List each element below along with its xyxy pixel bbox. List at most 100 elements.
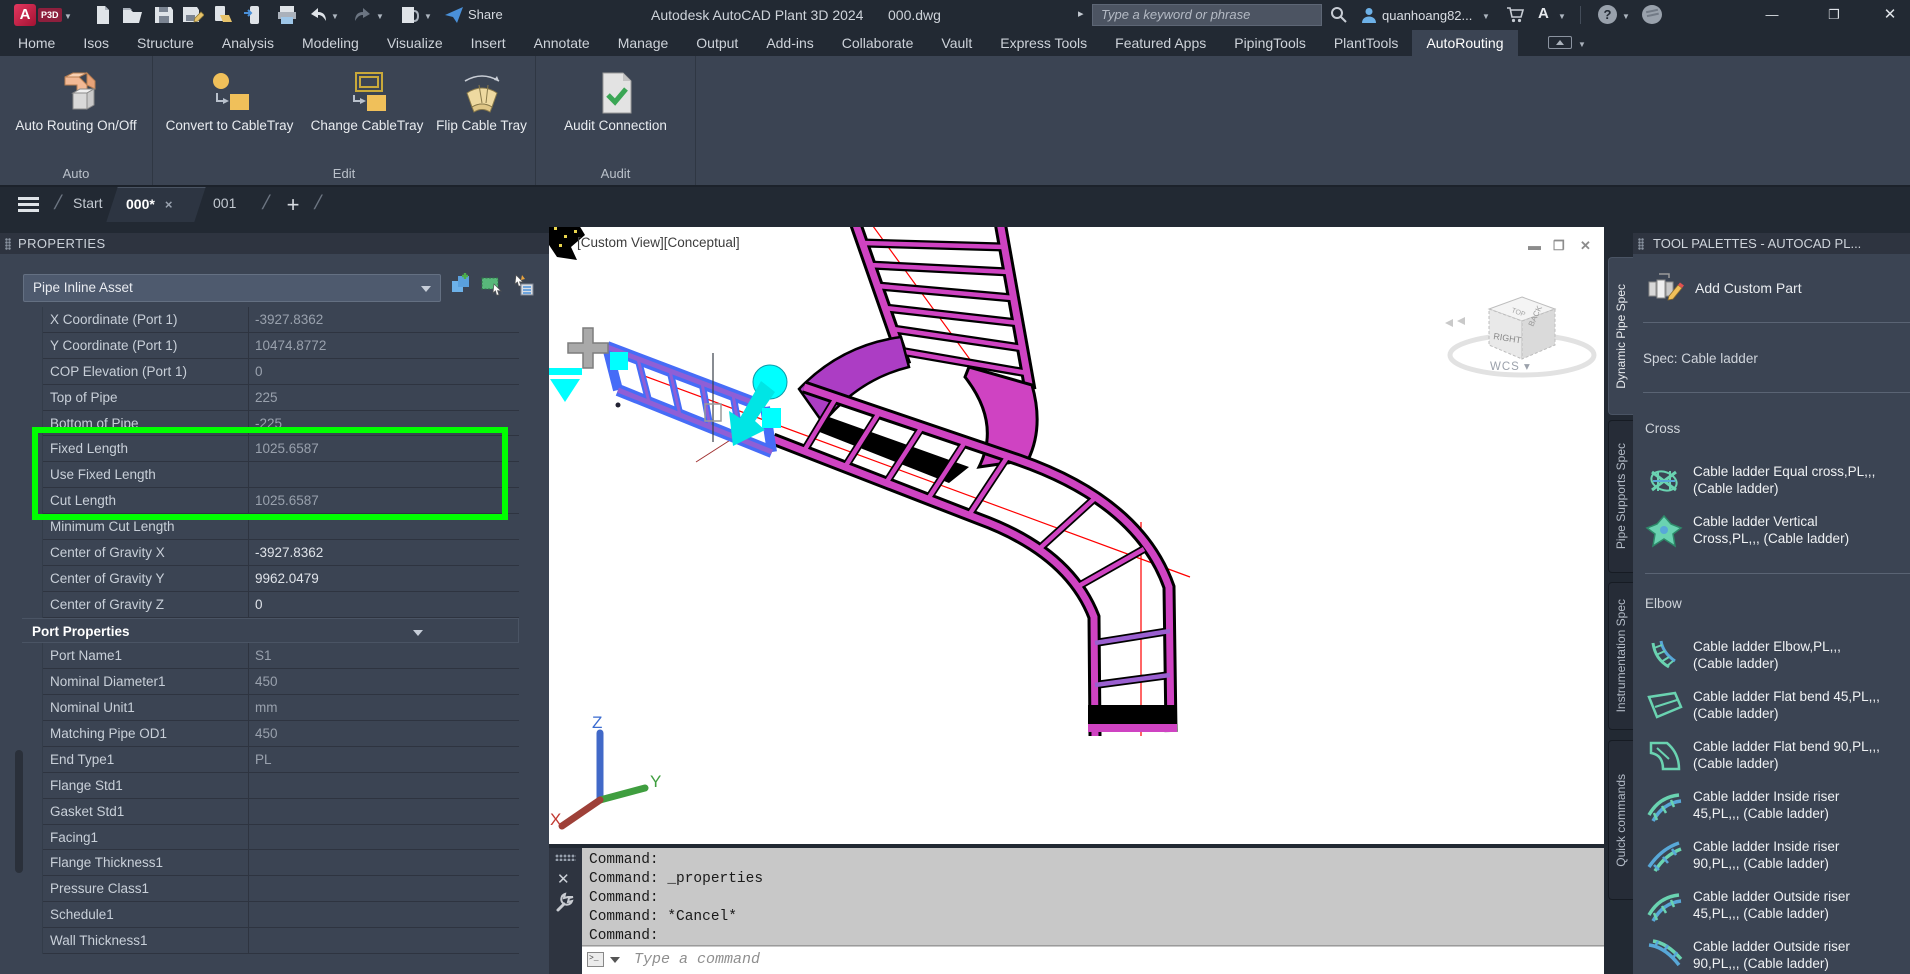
property-value[interactable]: S1 xyxy=(249,643,519,669)
property-value[interactable] xyxy=(249,462,519,488)
property-row[interactable]: Minimum Cut Length xyxy=(22,514,519,540)
property-value[interactable]: 0 xyxy=(249,359,519,385)
property-value[interactable] xyxy=(249,825,519,851)
property-row[interactable]: Y Coordinate (Port 1) 10474.8772 xyxy=(22,333,519,359)
wcs-dropdown[interactable]: WCS ▾ xyxy=(1490,359,1531,373)
window-minimize-button[interactable]: — xyxy=(1750,0,1794,30)
property-value[interactable]: -3927.8362 xyxy=(249,307,519,333)
properties-grip-icon[interactable] xyxy=(5,238,11,250)
property-row[interactable]: Port Name1 S1 xyxy=(22,643,519,669)
palette-entry[interactable]: Cable ladder Flat bend 45,PL,,,(Cable la… xyxy=(1645,689,1910,733)
property-row[interactable]: Pressure Class1 xyxy=(22,876,519,902)
property-row[interactable]: Facing1 xyxy=(22,825,519,851)
file-tabs-menu-icon[interactable] xyxy=(18,197,39,212)
file-tab-000[interactable]: 000*× xyxy=(106,187,205,222)
palette-entry[interactable]: Cable ladder Equal cross,PL,,,(Cable lad… xyxy=(1645,464,1910,508)
property-row[interactable]: Wall Thickness1 xyxy=(22,928,519,954)
plot-icon[interactable] xyxy=(211,5,233,25)
ribbon-tab[interactable]: Manage xyxy=(604,30,683,56)
new-tab-button[interactable]: + xyxy=(283,195,303,215)
open-file-icon[interactable] xyxy=(122,5,144,25)
search-input[interactable]: Type a keyword or phrase xyxy=(1092,4,1322,26)
ribbon-tab[interactable]: PlantTools xyxy=(1320,30,1413,56)
palette-tab[interactable]: Pipe Supports Spec xyxy=(1608,420,1633,573)
sheet-set-icon[interactable] xyxy=(399,5,421,25)
properties-scrollbar[interactable] xyxy=(15,750,23,873)
help-icon[interactable]: ? xyxy=(1598,5,1617,24)
select-objects-icon[interactable] xyxy=(479,272,505,298)
save-icon[interactable] xyxy=(153,5,175,25)
property-value[interactable] xyxy=(249,850,519,876)
property-row[interactable]: Cut Length 1025.6587 xyxy=(22,488,519,514)
property-row[interactable]: Fixed Length 1025.6587 xyxy=(22,436,519,462)
ribbon-collapse-caret-icon[interactable]: ▼ xyxy=(1578,40,1586,49)
property-value[interactable]: PL xyxy=(249,747,519,773)
property-row[interactable]: Bottom of Pipe -225 xyxy=(22,411,519,437)
window-close-button[interactable]: ✕ xyxy=(1868,0,1910,30)
property-row[interactable]: X Coordinate (Port 1) -3927.8362 xyxy=(22,307,519,333)
property-value[interactable] xyxy=(249,514,519,540)
property-row[interactable]: Center of Gravity X -3927.8362 xyxy=(22,540,519,566)
property-row[interactable]: Matching Pipe OD1 450 xyxy=(22,721,519,747)
property-row[interactable]: Use Fixed Length xyxy=(22,462,519,488)
property-value[interactable]: 450 xyxy=(249,721,519,747)
ribbon-tab[interactable]: Modeling xyxy=(288,30,373,56)
user-account-button[interactable]: quanhoang82... xyxy=(1382,8,1472,23)
property-row[interactable]: End Type1 PL xyxy=(22,747,519,773)
help-caret-icon[interactable]: ▼ xyxy=(1622,12,1630,21)
property-row[interactable]: COP Elevation (Port 1) 0 xyxy=(22,359,519,385)
property-value[interactable] xyxy=(249,773,519,799)
viewport-close-icon[interactable]: ✕ xyxy=(1580,238,1591,254)
quick-select-icon[interactable] xyxy=(509,272,535,298)
ribbon-tab[interactable]: Collaborate xyxy=(828,30,928,56)
property-value[interactable]: 9962.0479 xyxy=(249,566,519,592)
ribbon-tab[interactable]: Add-ins xyxy=(752,30,827,56)
undo-caret-icon[interactable]: ▼ xyxy=(331,12,339,21)
palette-entry[interactable]: Cross xyxy=(1645,421,1910,436)
ribbon-tab[interactable]: Featured Apps xyxy=(1101,30,1220,56)
palette-tab[interactable]: Dynamic Pipe Spec xyxy=(1608,257,1633,415)
app-logo-caret-icon[interactable]: ▼ xyxy=(64,12,72,21)
property-row[interactable]: Port Properties xyxy=(22,618,519,644)
search-icon[interactable] xyxy=(1330,6,1348,29)
toggle-pickadd-icon[interactable] xyxy=(449,272,475,298)
palette-entry[interactable]: Cable ladder Outside riser90,PL,,, (Cabl… xyxy=(1645,939,1910,974)
autodesk-caret-icon[interactable]: ▼ xyxy=(1558,12,1566,21)
command-prompt-icon[interactable] xyxy=(587,952,604,967)
property-value[interactable]: 1025.6587 xyxy=(249,488,519,514)
command-grip-icon[interactable] xyxy=(555,854,576,861)
property-row[interactable]: Schedule1 xyxy=(22,902,519,928)
drawing-viewport[interactable]: RIGHT BACK TOP Z Y X [Custom View][Conce… xyxy=(549,227,1604,844)
ribbon-tab[interactable]: PipingTools xyxy=(1220,30,1320,56)
new-file-icon[interactable] xyxy=(92,5,114,25)
viewport-minimize-icon[interactable]: ▬ xyxy=(1528,238,1541,253)
property-value[interactable] xyxy=(249,799,519,825)
palette-entry[interactable]: Cable ladder Inside riser45,PL,,, (Cable… xyxy=(1645,789,1910,833)
undo-icon[interactable] xyxy=(307,5,329,25)
ribbon-tab[interactable]: Express Tools xyxy=(986,30,1101,56)
redo-icon[interactable] xyxy=(352,5,374,25)
palette-entry[interactable]: Cable ladder Outside riser45,PL,,, (Cabl… xyxy=(1645,889,1910,933)
ribbon-tab[interactable]: Visualize xyxy=(373,30,457,56)
property-value[interactable]: 0 xyxy=(249,592,519,618)
command-caret-icon[interactable] xyxy=(610,957,620,963)
property-value[interactable] xyxy=(249,876,519,902)
property-value[interactable] xyxy=(249,902,519,928)
palette-title[interactable]: TOOL PALETTES - AUTOCAD PL... xyxy=(1633,233,1910,254)
customize-wrench-icon[interactable] xyxy=(554,892,576,914)
property-value[interactable]: -225 xyxy=(249,411,519,437)
property-value[interactable]: 10474.8772 xyxy=(249,333,519,359)
palette-grip-icon[interactable] xyxy=(1638,238,1644,250)
ribbon-tab[interactable]: Structure xyxy=(123,30,208,56)
property-value[interactable]: 225 xyxy=(249,385,519,411)
property-row[interactable]: Center of Gravity Y 9962.0479 xyxy=(22,566,519,592)
viewport-restore-icon[interactable]: ❐ xyxy=(1553,238,1565,254)
property-value[interactable] xyxy=(249,928,519,954)
properties-panel-title[interactable]: PROPERTIES xyxy=(0,233,549,254)
file-tab-close-icon[interactable]: × xyxy=(165,197,173,212)
app-logo-icon[interactable]: A xyxy=(14,4,36,26)
property-row[interactable]: Flange Thickness1 xyxy=(22,850,519,876)
file-tab-001[interactable]: 001 xyxy=(213,187,236,222)
property-row[interactable]: Nominal Diameter1 450 xyxy=(22,669,519,695)
property-row[interactable]: Flange Std1 xyxy=(22,773,519,799)
